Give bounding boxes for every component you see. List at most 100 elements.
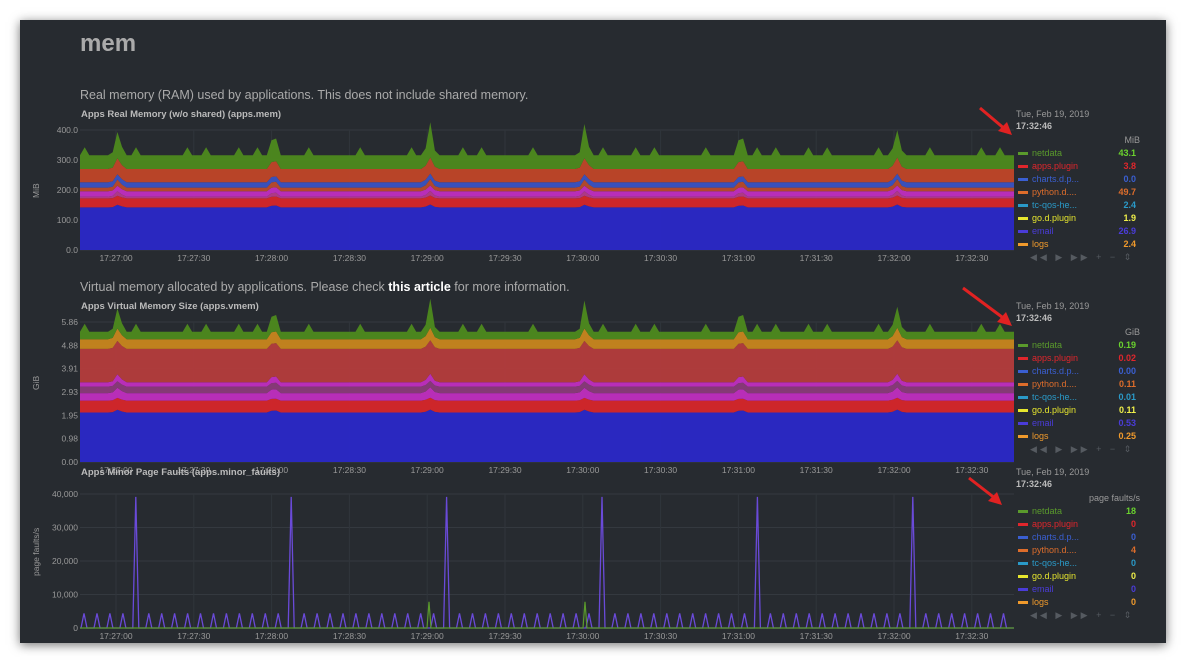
y-tick-label: 0.98 <box>61 434 78 444</box>
legend-swatch <box>1018 370 1028 373</box>
legend-item-tc-qos-he[interactable]: tc-qos-he... 0 <box>1016 557 1140 570</box>
legend-item-netdata[interactable]: netdata 43.1 <box>1016 147 1140 160</box>
legend-item-email[interactable]: email 0 <box>1016 583 1140 596</box>
forward-icon[interactable]: ▶▶ <box>1071 444 1096 454</box>
resize-icon[interactable]: ⇕ <box>1124 610 1135 620</box>
resize-icon[interactable]: ⇕ <box>1124 444 1135 454</box>
legend-series-value: 0.02 <box>1118 353 1136 363</box>
rewind-icon[interactable]: ◀◀ <box>1030 252 1055 262</box>
zoom-in-icon[interactable]: + <box>1096 610 1110 620</box>
x-tick-label: 17:31:00 <box>722 465 755 475</box>
zoom-out-icon[interactable]: − <box>1110 252 1124 262</box>
legend-series-value: 0 <box>1130 571 1136 581</box>
x-tick-label: 17:30:30 <box>644 631 677 641</box>
legend-item-charts-d-p[interactable]: charts.d.p... 0.00 <box>1016 365 1140 378</box>
chart-plot-vmem[interactable]: 5.864.883.912.931.950.980.0017:27:00 17:2… <box>20 298 1020 475</box>
legend-item-apps-plugin[interactable]: apps.plugin 0 <box>1016 518 1140 531</box>
x-tick-label: 17:28:00 <box>255 253 288 263</box>
legend-item-tc-qos-he[interactable]: tc-qos-he... 2.4 <box>1016 199 1140 212</box>
zoom-in-icon[interactable]: + <box>1096 252 1110 262</box>
chart-plot-mem[interactable]: 400.0 300.0 200.0 100.0 0.0 17:27:00 17:27:30 1… <box>20 120 1020 270</box>
legend-series-name: apps.plugin <box>1032 161 1079 171</box>
play-icon[interactable]: ▶ <box>1055 252 1070 262</box>
legend-item-python-d[interactable]: python.d.... 49.7 <box>1016 186 1140 199</box>
x-tick-label: 17:31:30 <box>800 253 833 263</box>
legend-item-logs[interactable]: logs 0 <box>1016 596 1140 609</box>
legend-swatch <box>1018 510 1028 513</box>
series-line-email <box>80 496 1014 629</box>
legend-item-go-d-plugin[interactable]: go.d.plugin 0.11 <box>1016 404 1140 417</box>
legend-item-python-d[interactable]: python.d.... 4 <box>1016 544 1140 557</box>
legend-item-netdata[interactable]: netdata 18 <box>1016 505 1140 518</box>
legend-item-go-d-plugin[interactable]: go.d.plugin 0 <box>1016 570 1140 583</box>
legend-series-name: tc-qos-he... <box>1032 392 1078 402</box>
legend-swatch <box>1018 409 1028 412</box>
legend-item-apps-plugin[interactable]: apps.plugin 0.02 <box>1016 352 1140 365</box>
y-tick-label: 30,000 <box>52 523 78 533</box>
legend-series-value: 3.8 <box>1123 161 1136 171</box>
x-tick-label: 17:29:00 <box>411 631 444 641</box>
legend-item-charts-d-p[interactable]: charts.d.p... 0.0 <box>1016 173 1140 186</box>
legend-series-name: email <box>1032 418 1054 428</box>
legend-series-name: go.d.plugin <box>1032 571 1077 581</box>
legend-swatch <box>1018 178 1028 181</box>
legend-item-email[interactable]: email 26.9 <box>1016 225 1140 238</box>
legend-date: Tue, Feb 19, 2019 <box>1016 301 1090 311</box>
legend-series-name: apps.plugin <box>1032 353 1079 363</box>
legend-item-go-d-plugin[interactable]: go.d.plugin 1.9 <box>1016 212 1140 225</box>
legend-series-value: 4 <box>1130 545 1136 555</box>
legend-series-name: charts.d.p... <box>1032 174 1080 184</box>
play-icon[interactable]: ▶ <box>1055 610 1070 620</box>
rewind-icon[interactable]: ◀◀ <box>1030 610 1055 620</box>
x-tick-label: 17:27:30 <box>177 631 210 641</box>
x-tick-label: 17:27:00 <box>99 253 132 263</box>
y-tick-label: 20,000 <box>52 556 78 566</box>
legend-swatch <box>1018 588 1028 591</box>
y-tick-label: 0.0 <box>66 245 78 255</box>
legend-swatch <box>1018 396 1028 399</box>
legend-item-netdata[interactable]: netdata 0.19 <box>1016 339 1140 352</box>
legend-item-apps-plugin[interactable]: apps.plugin 3.8 <box>1016 160 1140 173</box>
y-tick-label: 400.0 <box>57 125 79 135</box>
legend-item-charts-d-p[interactable]: charts.d.p... 0 <box>1016 531 1140 544</box>
dashboard-frame: mem Real memory (RAM) used by applicatio… <box>20 20 1166 643</box>
legend-series-value: 0.19 <box>1118 340 1136 350</box>
y-tick-label: 300.0 <box>57 155 79 165</box>
chart-description-mem: Real memory (RAM) used by applications. … <box>80 88 529 102</box>
legend-swatch <box>1018 536 1028 539</box>
legend-swatch <box>1018 191 1028 194</box>
legend-series-name: email <box>1032 584 1054 594</box>
legend-item-logs[interactable]: logs 0.25 <box>1016 430 1140 443</box>
resize-icon[interactable]: ⇕ <box>1124 252 1135 262</box>
legend-item-logs[interactable]: logs 2.4 <box>1016 238 1140 251</box>
red-arrow-icon <box>962 286 1012 326</box>
x-tick-label: 17:32:30 <box>955 631 988 641</box>
x-tick-label: 17:32:00 <box>877 631 910 641</box>
x-tick-label: 17:31:30 <box>800 465 833 475</box>
legend-swatch <box>1018 575 1028 578</box>
chart-controls-minor-faults: ◀◀ ▶ ▶▶ + − ⇕ <box>1030 610 1134 621</box>
y-tick-label: 5.86 <box>61 317 78 327</box>
forward-icon[interactable]: ▶▶ <box>1071 610 1096 620</box>
this-article-link[interactable]: this article <box>388 280 451 294</box>
chart-plot-minor-faults[interactable]: 40,000 30,000 20,000 10,000 0 17:27:00 17:27:3… <box>20 478 1020 641</box>
legend-series-name: apps.plugin <box>1032 519 1079 529</box>
legend-series-value: 0 <box>1130 597 1136 607</box>
legend-item-python-d[interactable]: python.d.... 0.11 <box>1016 378 1140 391</box>
zoom-out-icon[interactable]: − <box>1110 444 1124 454</box>
legend-item-tc-qos-he[interactable]: tc-qos-he... 0.01 <box>1016 391 1140 404</box>
x-tick-label: 17:30:30 <box>644 253 677 263</box>
legend-series-value: 0.0 <box>1123 174 1136 184</box>
legend-series-name: email <box>1032 226 1054 236</box>
y-tick-label: 0 <box>73 623 78 633</box>
play-icon[interactable]: ▶ <box>1055 444 1070 454</box>
zoom-in-icon[interactable]: + <box>1096 444 1110 454</box>
legend-swatch <box>1018 383 1028 386</box>
forward-icon[interactable]: ▶▶ <box>1071 252 1096 262</box>
zoom-out-icon[interactable]: − <box>1110 610 1124 620</box>
legend-item-email[interactable]: email 0.53 <box>1016 417 1140 430</box>
x-tick-label: 17:29:30 <box>488 253 521 263</box>
legend-series-name: python.d.... <box>1032 187 1077 197</box>
legend-date: Tue, Feb 19, 2019 <box>1016 109 1090 119</box>
rewind-icon[interactable]: ◀◀ <box>1030 444 1055 454</box>
